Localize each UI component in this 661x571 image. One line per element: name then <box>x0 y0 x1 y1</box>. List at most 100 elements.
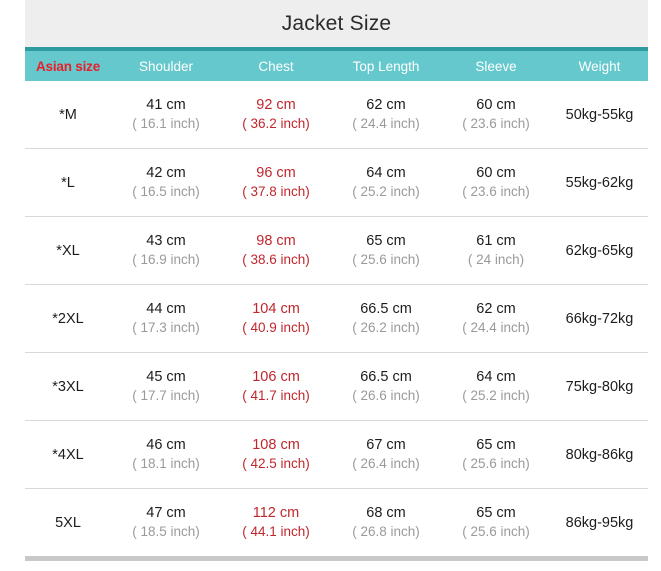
value-inch: ( 24 inch) <box>441 251 551 269</box>
value-inch: ( 37.8 inch) <box>221 183 331 201</box>
value-cm: 66.5 cm <box>331 368 441 388</box>
page-title: Jacket Size <box>282 12 392 36</box>
column-header-shoulder: Shoulder <box>111 49 221 81</box>
chart-title-bar: Jacket Size <box>25 0 648 47</box>
cell-sleeve: 64 cm( 25.2 inch) <box>441 353 551 421</box>
value-cm: 47 cm <box>111 504 221 524</box>
cell-weight: 86kg-95kg <box>551 489 648 559</box>
column-header-asian-size: Asian size <box>25 49 111 81</box>
value-inch: ( 16.9 inch) <box>111 251 221 269</box>
value-cm: 62 cm <box>441 300 551 320</box>
value-cm: 96 cm <box>221 164 331 184</box>
value-cm: 92 cm <box>221 96 331 116</box>
cell-sleeve: 60 cm( 23.6 inch) <box>441 149 551 217</box>
cell-top: 67 cm( 26.4 inch) <box>331 421 441 489</box>
cell-chest: 92 cm( 36.2 inch) <box>221 81 331 149</box>
cell-asian-size: *XL <box>25 217 111 285</box>
value-inch: ( 41.7 inch) <box>221 387 331 405</box>
value-inch: ( 24.4 inch) <box>331 115 441 133</box>
cell-top: 66.5 cm( 26.6 inch) <box>331 353 441 421</box>
value-cm: 60 cm <box>441 96 551 116</box>
cell-shoulder: 44 cm( 17.3 inch) <box>111 285 221 353</box>
cell-chest: 98 cm( 38.6 inch) <box>221 217 331 285</box>
cell-weight: 66kg-72kg <box>551 285 648 353</box>
value-inch: ( 36.2 inch) <box>221 115 331 133</box>
value-cm: 98 cm <box>221 232 331 252</box>
cell-chest: 96 cm( 37.8 inch) <box>221 149 331 217</box>
value-cm: 64 cm <box>331 164 441 184</box>
value-inch: ( 17.3 inch) <box>111 319 221 337</box>
cell-sleeve: 60 cm( 23.6 inch) <box>441 81 551 149</box>
column-header-top-length: Top Length <box>331 49 441 81</box>
value-inch: ( 17.7 inch) <box>111 387 221 405</box>
cell-sleeve: 65 cm( 25.6 inch) <box>441 421 551 489</box>
value-inch: ( 18.1 inch) <box>111 455 221 473</box>
value-cm: 65 cm <box>441 504 551 524</box>
value-cm: 66.5 cm <box>331 300 441 320</box>
size-chart: Jacket Size Asian size Shoulder Chest To… <box>0 0 661 571</box>
cell-top: 65 cm( 25.6 inch) <box>331 217 441 285</box>
value-inch: ( 16.5 inch) <box>111 183 221 201</box>
cell-shoulder: 43 cm( 16.9 inch) <box>111 217 221 285</box>
value-inch: ( 25.2 inch) <box>441 387 551 405</box>
cell-asian-size: *M <box>25 81 111 149</box>
cell-asian-size: *2XL <box>25 285 111 353</box>
cell-top: 66.5 cm( 26.2 inch) <box>331 285 441 353</box>
cell-shoulder: 42 cm( 16.5 inch) <box>111 149 221 217</box>
value-inch: ( 42.5 inch) <box>221 455 331 473</box>
value-cm: 65 cm <box>441 436 551 456</box>
table-row: *XL43 cm( 16.9 inch)98 cm( 38.6 inch)65 … <box>25 217 648 285</box>
cell-sleeve: 61 cm( 24 inch) <box>441 217 551 285</box>
cell-weight: 55kg-62kg <box>551 149 648 217</box>
table-row: *3XL45 cm( 17.7 inch)106 cm( 41.7 inch)6… <box>25 353 648 421</box>
value-inch: ( 24.4 inch) <box>441 319 551 337</box>
cell-sleeve: 65 cm( 25.6 inch) <box>441 489 551 559</box>
value-cm: 42 cm <box>111 164 221 184</box>
value-cm: 64 cm <box>441 368 551 388</box>
value-inch: ( 25.6 inch) <box>441 523 551 541</box>
table-row: *2XL44 cm( 17.3 inch)104 cm( 40.9 inch)6… <box>25 285 648 353</box>
value-inch: ( 26.2 inch) <box>331 319 441 337</box>
value-cm: 67 cm <box>331 436 441 456</box>
cell-top: 64 cm( 25.2 inch) <box>331 149 441 217</box>
column-header-chest: Chest <box>221 49 331 81</box>
cell-shoulder: 45 cm( 17.7 inch) <box>111 353 221 421</box>
value-inch: ( 26.4 inch) <box>331 455 441 473</box>
value-cm: 41 cm <box>111 96 221 116</box>
cell-chest: 112 cm( 44.1 inch) <box>221 489 331 559</box>
cell-sleeve: 62 cm( 24.4 inch) <box>441 285 551 353</box>
value-cm: 68 cm <box>331 504 441 524</box>
value-inch: ( 25.6 inch) <box>331 251 441 269</box>
cell-shoulder: 41 cm( 16.1 inch) <box>111 81 221 149</box>
value-cm: 104 cm <box>221 300 331 320</box>
cell-chest: 106 cm( 41.7 inch) <box>221 353 331 421</box>
value-cm: 112 cm <box>221 504 331 524</box>
cell-chest: 108 cm( 42.5 inch) <box>221 421 331 489</box>
cell-shoulder: 47 cm( 18.5 inch) <box>111 489 221 559</box>
value-cm: 108 cm <box>221 436 331 456</box>
table-header: Asian size Shoulder Chest Top Length Sle… <box>25 49 648 81</box>
cell-asian-size: *4XL <box>25 421 111 489</box>
column-header-sleeve: Sleeve <box>441 49 551 81</box>
cell-shoulder: 46 cm( 18.1 inch) <box>111 421 221 489</box>
value-inch: ( 26.8 inch) <box>331 523 441 541</box>
value-cm: 45 cm <box>111 368 221 388</box>
value-cm: 43 cm <box>111 232 221 252</box>
value-cm: 62 cm <box>331 96 441 116</box>
value-inch: ( 23.6 inch) <box>441 115 551 133</box>
value-inch: ( 44.1 inch) <box>221 523 331 541</box>
table-header-row: Asian size Shoulder Chest Top Length Sle… <box>25 49 648 81</box>
cell-weight: 50kg-55kg <box>551 81 648 149</box>
value-cm: 106 cm <box>221 368 331 388</box>
cell-top: 62 cm( 24.4 inch) <box>331 81 441 149</box>
cell-chest: 104 cm( 40.9 inch) <box>221 285 331 353</box>
value-inch: ( 25.2 inch) <box>331 183 441 201</box>
value-cm: 46 cm <box>111 436 221 456</box>
value-cm: 44 cm <box>111 300 221 320</box>
value-inch: ( 16.1 inch) <box>111 115 221 133</box>
cell-weight: 80kg-86kg <box>551 421 648 489</box>
value-cm: 65 cm <box>331 232 441 252</box>
table-row: 5XL47 cm( 18.5 inch)112 cm( 44.1 inch)68… <box>25 489 648 559</box>
value-inch: ( 26.6 inch) <box>331 387 441 405</box>
cell-top: 68 cm( 26.8 inch) <box>331 489 441 559</box>
